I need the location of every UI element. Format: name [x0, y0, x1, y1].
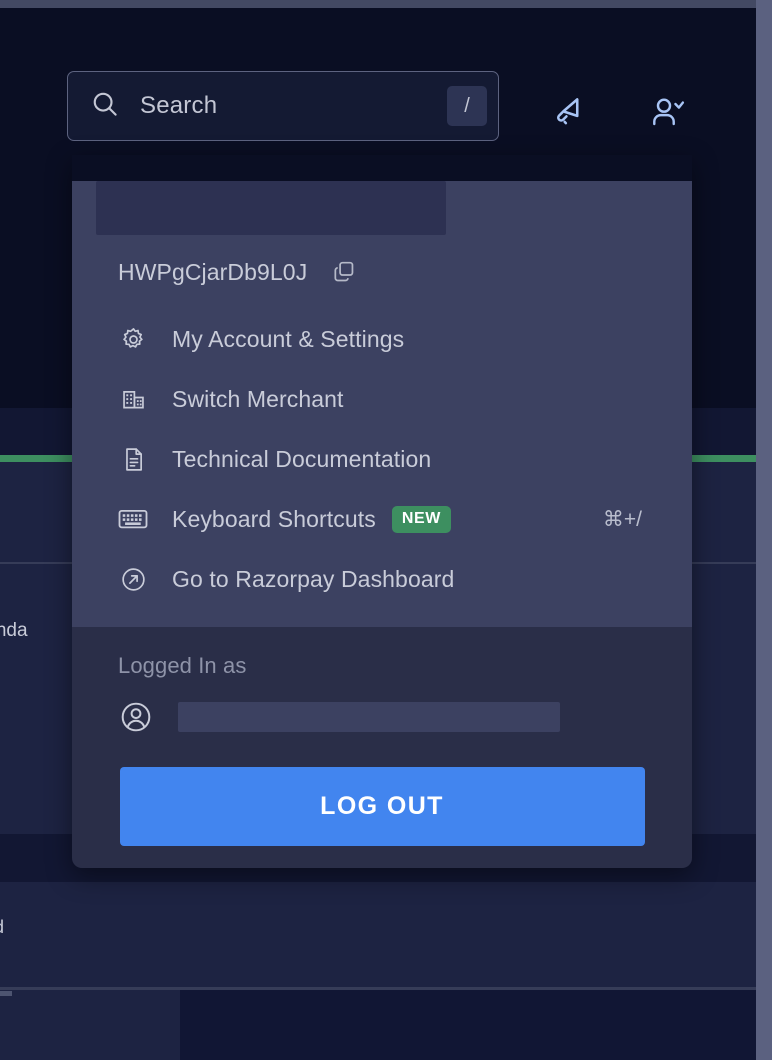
background-mini-bar — [0, 991, 12, 996]
gear-icon — [118, 324, 148, 354]
user-chevron-icon[interactable] — [643, 88, 693, 136]
logout-button[interactable]: LOG OUT — [119, 767, 645, 846]
external-link-icon — [118, 564, 148, 594]
search-icon — [90, 89, 120, 124]
logged-in-email-redacted — [178, 702, 560, 732]
copy-icon[interactable] — [329, 257, 359, 287]
background-text-standard: tanda — [0, 620, 28, 641]
menu-item-label: Switch Merchant — [172, 385, 344, 412]
menu-item-technical-documentation[interactable]: Technical Documentation — [72, 429, 692, 489]
user-circle-icon — [118, 699, 154, 735]
app-root: t tanda d Search / — [0, 0, 772, 1060]
logged-in-as-label: Logged In as — [118, 653, 247, 678]
building-icon — [118, 384, 148, 414]
dropdown-menu-list: My Account & Settings Switch Merchant Te… — [72, 289, 692, 627]
menu-item-label: My Account & Settings — [172, 325, 405, 352]
background-text-fragment-d: d — [0, 917, 4, 938]
search-input[interactable]: Search / — [67, 71, 499, 141]
browser-chrome-strip — [0, 0, 756, 8]
merchant-id-value: HWPgCjarDb9L0J — [118, 258, 308, 285]
account-dropdown-menu: HWPgCjarDb9L0J My Account & Settings Swi… — [72, 155, 692, 868]
menu-item-label: Keyboard Shortcuts — [172, 505, 376, 532]
background-panel-e — [0, 882, 756, 987]
document-icon — [118, 444, 148, 474]
merchant-id-row: HWPgCjarDb9L0J — [118, 255, 692, 289]
search-shortcut-key: / — [447, 86, 487, 126]
logged-in-user-row — [72, 679, 692, 735]
search-placeholder: Search — [140, 92, 218, 119]
page-scrollbar[interactable] — [756, 0, 772, 1060]
dropdown-bottom-section: Logged In as LOG OUT — [72, 627, 692, 868]
new-badge: NEW — [391, 505, 451, 533]
menu-item-label: Technical Documentation — [172, 445, 432, 472]
menu-item-label: Go to Razorpay Dashboard — [172, 565, 455, 592]
menu-item-go-to-razorpay-dashboard[interactable]: Go to Razorpay Dashboard — [72, 549, 692, 609]
menu-item-switch-merchant[interactable]: Switch Merchant — [72, 369, 692, 429]
background-panel-g — [180, 990, 756, 1060]
merchant-name-redacted — [96, 181, 446, 235]
menu-item-keyboard-shortcuts[interactable]: Keyboard Shortcuts NEW ⌘+/ — [72, 489, 692, 549]
dropdown-top-section: HWPgCjarDb9L0J My Account & Settings Swi… — [72, 181, 692, 627]
keyboard-shortcut-hint: ⌘+/ — [602, 507, 642, 531]
menu-item-my-account-settings[interactable]: My Account & Settings — [72, 309, 692, 369]
keyboard-icon — [118, 504, 148, 534]
megaphone-icon[interactable] — [545, 88, 593, 136]
